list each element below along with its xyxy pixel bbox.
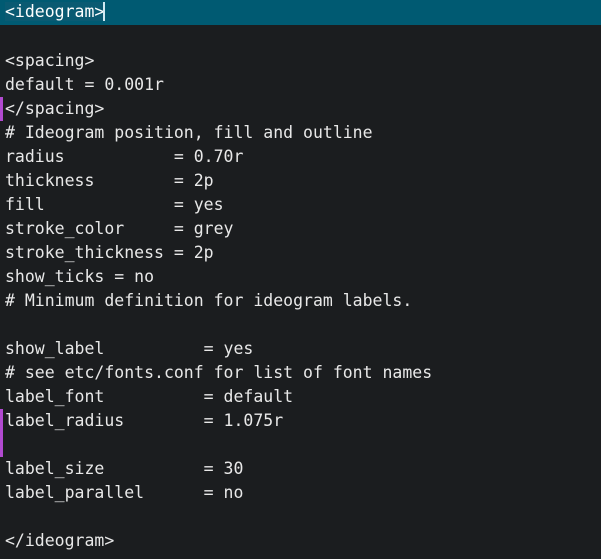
code-line[interactable]: show_ticks = no (0, 265, 601, 289)
code-line-text: stroke_color = grey (5, 219, 234, 238)
code-line-text: stroke_thickness = 2p (5, 243, 214, 262)
code-line[interactable]: label_radius = 1.075r (0, 409, 601, 433)
code-line[interactable]: fill = yes (0, 193, 601, 217)
code-line[interactable]: default = 0.001r (0, 73, 601, 97)
code-line-text: <spacing> (5, 51, 95, 70)
text-caret (103, 2, 106, 21)
code-line[interactable]: show_label = yes (0, 337, 601, 361)
code-line[interactable]: label_size = 30 (0, 457, 601, 481)
code-line-text: show_label = yes (5, 339, 254, 358)
code-line-text: # see etc/fonts.conf for list of font na… (5, 363, 433, 382)
code-line[interactable]: thickness = 2p (0, 169, 601, 193)
code-line[interactable]: radius = 0.70r (0, 145, 601, 169)
code-line-text: thickness = 2p (5, 171, 214, 190)
code-line[interactable]: label_font = default (0, 385, 601, 409)
code-line-text: label_size = 30 (5, 459, 244, 478)
code-line[interactable] (0, 313, 601, 337)
code-line-text: fill = yes (5, 195, 224, 214)
code-line-text: # Minimum definition for ideogram labels… (5, 291, 413, 310)
code-line[interactable]: # Ideogram position, fill and outline (0, 121, 601, 145)
code-line[interactable]: </spacing> (0, 97, 601, 121)
code-line[interactable]: # Minimum definition for ideogram labels… (0, 289, 601, 313)
code-line-text: label_radius = 1.075r (5, 411, 284, 430)
line-change-marker (0, 97, 3, 121)
code-text-area[interactable]: <ideogram> <spacing> default = 0.001r </spa… (0, 0, 601, 559)
code-line[interactable]: stroke_color = grey (0, 217, 601, 241)
code-line[interactable]: stroke_thickness = 2p (0, 241, 601, 265)
text-editor[interactable]: <ideogram> <spacing> default = 0.001r </spa… (0, 0, 601, 559)
code-line-text: default = 0.001r (5, 75, 164, 94)
code-line[interactable]: <spacing> (0, 49, 601, 73)
code-line-text: </spacing> (5, 99, 105, 118)
code-line-text: label_parallel = no (5, 483, 244, 502)
code-line-text: <ideogram> (5, 2, 105, 21)
code-line-text: </ideogram> (5, 531, 115, 550)
code-line[interactable] (0, 433, 601, 457)
code-line-text: radius = 0.70r (5, 147, 244, 166)
line-change-marker (0, 433, 3, 457)
line-change-marker (0, 409, 3, 433)
code-line-text: label_font = default (5, 387, 294, 406)
code-line[interactable]: </ideogram> (0, 529, 601, 553)
code-line[interactable]: label_parallel = no (0, 481, 601, 505)
code-line[interactable]: <ideogram> (0, 0, 601, 25)
code-line[interactable]: # see etc/fonts.conf for list of font na… (0, 361, 601, 385)
code-line-text: show_ticks = no (5, 267, 155, 286)
code-line[interactable] (0, 25, 601, 49)
code-line[interactable] (0, 505, 601, 529)
code-line-text: # Ideogram position, fill and outline (5, 123, 373, 142)
